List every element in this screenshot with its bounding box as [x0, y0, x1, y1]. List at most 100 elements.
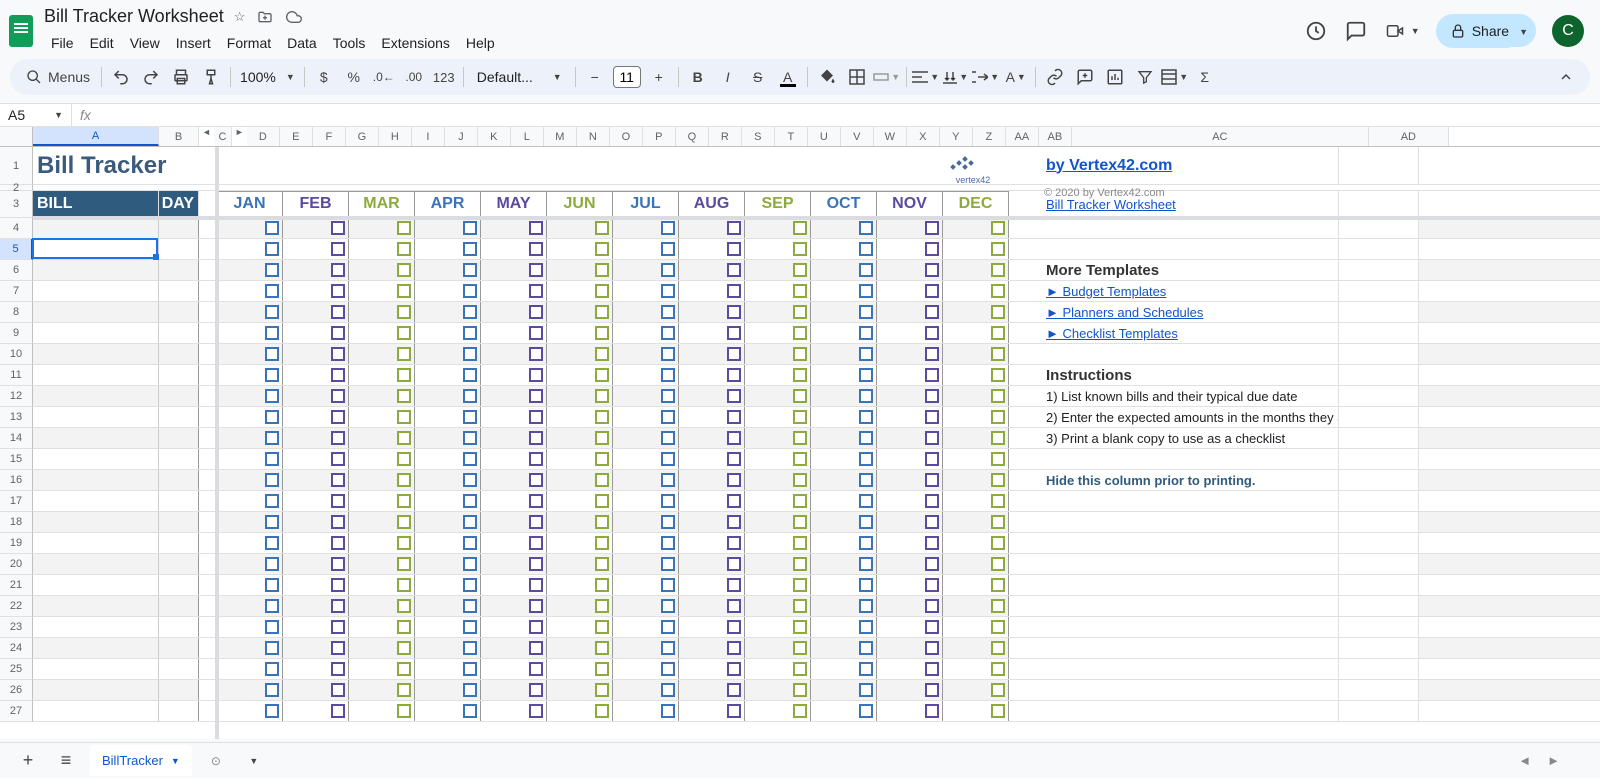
sheet-title-cell[interactable]: Bill Tracker [33, 147, 217, 184]
checkbox-cell[interactable] [712, 575, 745, 595]
row-header-26[interactable]: 26 [0, 680, 33, 701]
checkbox[interactable] [595, 347, 609, 361]
amount-cell[interactable] [349, 680, 382, 700]
day-cell[interactable] [159, 617, 199, 637]
amount-cell[interactable] [745, 638, 778, 658]
menu-file[interactable]: File [44, 31, 81, 55]
checkbox-cell[interactable] [580, 701, 613, 721]
checkbox-cell[interactable] [514, 575, 547, 595]
checkbox-cell[interactable] [976, 596, 1009, 616]
checkbox-cell[interactable] [976, 638, 1009, 658]
checkbox-cell[interactable] [382, 344, 415, 364]
checkbox[interactable] [529, 578, 543, 592]
amount-cell[interactable] [613, 260, 646, 280]
amount-cell[interactable] [745, 323, 778, 343]
checkbox-cell[interactable] [844, 323, 877, 343]
checkbox-cell[interactable] [316, 491, 349, 511]
checkbox[interactable] [595, 473, 609, 487]
checkbox-cell[interactable] [250, 512, 283, 532]
checkbox-cell[interactable] [250, 302, 283, 322]
col-header-E[interactable]: E [280, 127, 313, 146]
bill-name-cell[interactable] [33, 512, 159, 532]
checkbox[interactable] [265, 536, 279, 550]
account-avatar[interactable]: C [1552, 15, 1584, 47]
checkbox-cell[interactable] [910, 302, 943, 322]
amount-cell[interactable] [877, 638, 910, 658]
col-header-Z[interactable]: Z [973, 127, 1006, 146]
checkbox[interactable] [727, 368, 741, 382]
side-info-cell[interactable]: Instructions [1042, 365, 1339, 385]
checkbox[interactable] [925, 431, 939, 445]
checkbox-cell[interactable] [316, 638, 349, 658]
amount-cell[interactable] [283, 512, 316, 532]
checkbox[interactable] [991, 389, 1005, 403]
checkbox[interactable] [595, 704, 609, 718]
checkbox-cell[interactable] [382, 470, 415, 490]
checkbox[interactable] [991, 515, 1005, 529]
checkbox[interactable] [991, 326, 1005, 340]
checkbox-cell[interactable] [514, 512, 547, 532]
checkbox[interactable] [793, 242, 807, 256]
amount-cell[interactable] [349, 617, 382, 637]
checkbox-cell[interactable] [910, 407, 943, 427]
checkbox-cell[interactable] [580, 617, 613, 637]
checkbox-cell[interactable] [910, 470, 943, 490]
amount-cell[interactable] [877, 302, 910, 322]
bill-name-cell[interactable] [33, 554, 159, 574]
amount-cell[interactable] [481, 218, 514, 238]
amount-cell[interactable] [481, 344, 514, 364]
checkbox-cell[interactable] [448, 239, 481, 259]
checkbox-cell[interactable] [712, 323, 745, 343]
amount-cell[interactable] [877, 680, 910, 700]
checkbox-cell[interactable] [382, 680, 415, 700]
checkbox[interactable] [661, 452, 675, 466]
checkbox[interactable] [991, 620, 1005, 634]
checkbox-cell[interactable] [778, 659, 811, 679]
side-info-cell[interactable]: Hide this column prior to printing. [1042, 470, 1339, 490]
amount-cell[interactable] [283, 302, 316, 322]
checkbox[interactable] [529, 599, 543, 613]
frozen-row-line[interactable] [33, 216, 1600, 220]
amount-cell[interactable] [613, 407, 646, 427]
checkbox[interactable] [265, 221, 279, 235]
checkbox-cell[interactable] [250, 554, 283, 574]
amount-cell[interactable] [547, 491, 580, 511]
checkbox[interactable] [859, 242, 873, 256]
checkbox[interactable] [991, 683, 1005, 697]
checkbox-cell[interactable] [778, 533, 811, 553]
checkbox[interactable] [793, 620, 807, 634]
amount-cell[interactable] [877, 617, 910, 637]
checkbox[interactable] [397, 284, 411, 298]
side-info-cell[interactable] [1042, 239, 1339, 259]
amount-cell[interactable] [877, 533, 910, 553]
checkbox[interactable] [463, 494, 477, 508]
checkbox-cell[interactable] [844, 554, 877, 574]
checkbox[interactable] [463, 263, 477, 277]
checkbox[interactable] [463, 557, 477, 571]
amount-cell[interactable] [415, 680, 448, 700]
checkbox[interactable] [727, 326, 741, 340]
menu-format[interactable]: Format [220, 31, 278, 55]
checkbox[interactable] [397, 536, 411, 550]
checkbox[interactable] [859, 410, 873, 424]
amount-cell[interactable] [217, 386, 250, 406]
checkbox-cell[interactable] [448, 365, 481, 385]
checkbox[interactable] [727, 683, 741, 697]
side-info-cell[interactable]: ► Budget Templates [1042, 281, 1339, 301]
amount-cell[interactable] [481, 596, 514, 616]
checkbox-cell[interactable] [316, 575, 349, 595]
checkbox-cell[interactable] [580, 533, 613, 553]
checkbox-cell[interactable] [976, 701, 1009, 721]
row-header-4[interactable]: 4 [0, 218, 33, 239]
amount-cell[interactable] [547, 659, 580, 679]
checkbox-cell[interactable] [448, 575, 481, 595]
checkbox-cell[interactable] [712, 470, 745, 490]
amount-cell[interactable] [547, 260, 580, 280]
menu-view[interactable]: View [123, 31, 167, 55]
checkbox[interactable] [859, 368, 873, 382]
checkbox[interactable] [925, 326, 939, 340]
checkbox-cell[interactable] [514, 365, 547, 385]
amount-cell[interactable] [283, 428, 316, 448]
checkbox[interactable] [265, 704, 279, 718]
checkbox[interactable] [793, 326, 807, 340]
